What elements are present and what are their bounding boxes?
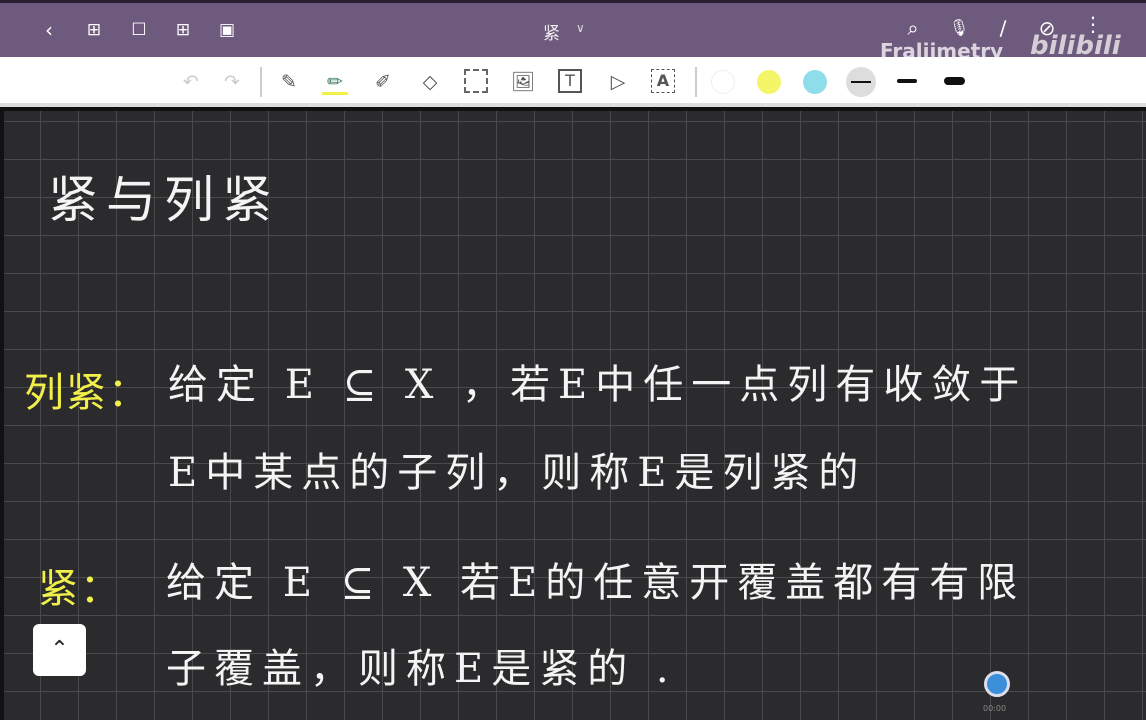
bookmark-icon[interactable]: ☐ (126, 17, 152, 43)
note-heading: 紧与列紧 (48, 171, 280, 229)
ballpoint-pen-icon[interactable]: ✏ (322, 69, 348, 95)
document-title[interactable]: 紧 (543, 19, 560, 44)
undo-icon[interactable]: ↶ (178, 69, 204, 95)
color-yellow-swatch[interactable] (757, 70, 781, 94)
image-icon[interactable]: 🖼 (510, 69, 536, 95)
stroke-thin-button[interactable] (846, 67, 876, 97)
grid-icon[interactable]: ⊞ (81, 17, 107, 43)
scroll-handle[interactable] (984, 671, 1010, 697)
stroke-thick-button[interactable] (944, 77, 965, 85)
scroll-label: 00:00 (983, 704, 1007, 713)
lasso-icon[interactable] (464, 69, 488, 93)
redo-icon[interactable]: ↷ (219, 69, 245, 95)
def2-label: 紧： (38, 566, 122, 612)
def1-label: 列紧： (24, 370, 150, 416)
fountain-pen-icon[interactable]: ✎ (276, 69, 302, 95)
color-cyan-swatch[interactable] (803, 70, 827, 94)
stroke-medium-button[interactable] (897, 79, 917, 83)
crop-icon[interactable]: ▣ (214, 17, 240, 43)
text-icon[interactable]: T (558, 69, 582, 93)
shape-icon[interactable]: ▷ (605, 69, 631, 95)
def1-line2: E中某点的子列，则称E是列紧的 (168, 450, 867, 496)
divider (260, 67, 262, 97)
eraser-icon[interactable]: ◇ (417, 69, 443, 95)
search-icon[interactable]: ⌕ (900, 15, 926, 41)
text-recognition-icon[interactable]: A (651, 69, 675, 93)
mic-icon[interactable]: 🎙 (946, 15, 972, 41)
add-page-icon[interactable]: ⊞ (170, 17, 196, 43)
highlighter-icon[interactable]: ✐ (370, 69, 396, 95)
color-white-swatch[interactable] (711, 70, 735, 94)
scroll-up-button[interactable]: ⌃ (33, 624, 86, 676)
back-icon[interactable]: ‹ (36, 17, 62, 43)
pen-icon[interactable]: ∕ (990, 15, 1016, 41)
divider (695, 67, 697, 97)
def1-line1: 给定 E ⊆ X ，若E中任一点列有收敛于 (168, 362, 1028, 408)
chevron-down-icon[interactable]: ∨ (576, 21, 585, 35)
def2-line1: 给定 E ⊆ X 若E的任意开覆盖都有有限 (166, 560, 1026, 606)
top-bar: ‹ ⊞ ☐ ⊞ ▣ 紧 ∨ ⌕ 🎙 ∕ ⊘ ⋮ Fraljimetry bili… (0, 0, 1146, 63)
drawing-toolbar: ↶ ↷ ✎ ✏ ✐ ◇ 🖼 T ▷ A (0, 57, 1146, 107)
def2-line2: 子覆盖，则称E是紧的 . (166, 646, 677, 692)
